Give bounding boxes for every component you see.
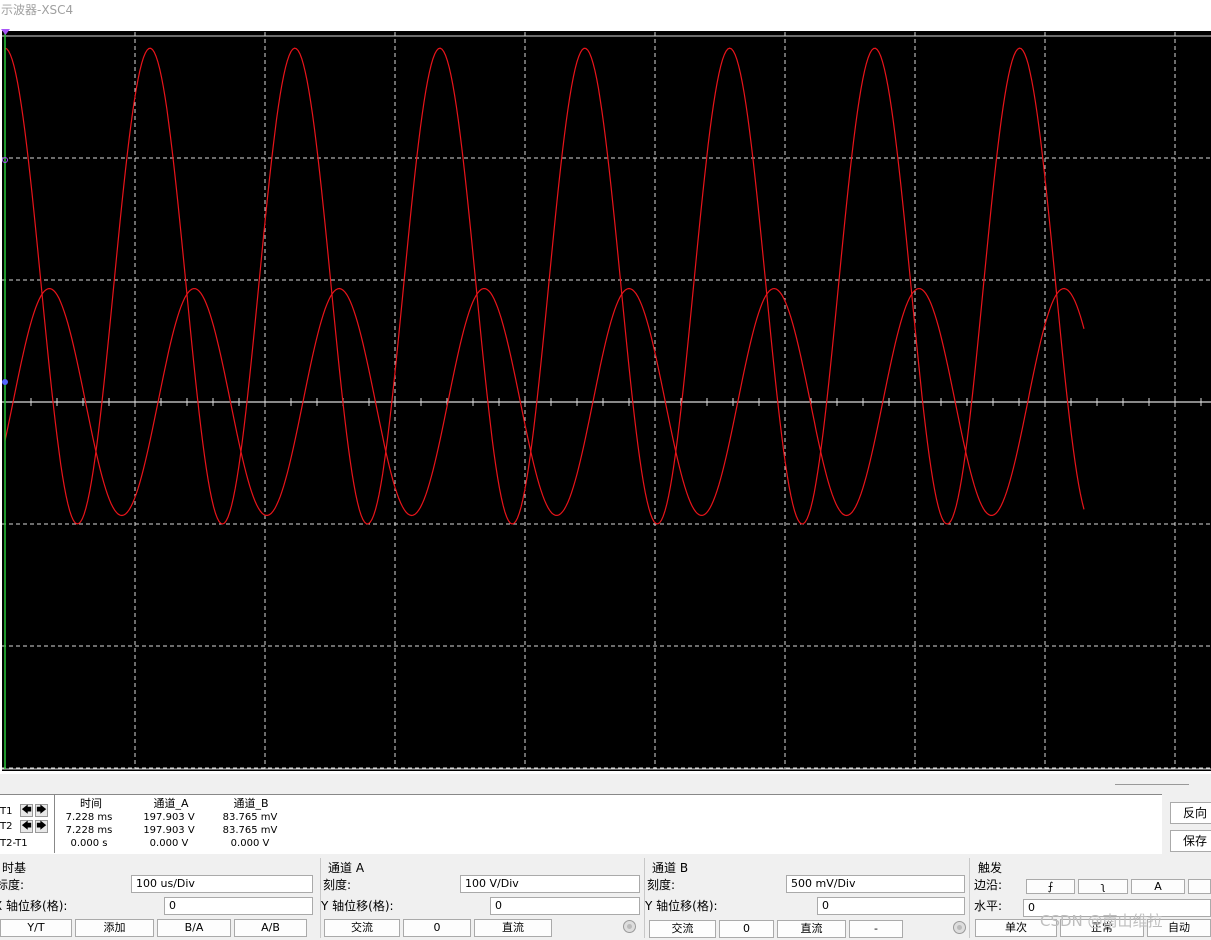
window-title: 示波器-XSC4 — [0, 0, 1211, 24]
ab-button[interactable]: A/B — [234, 919, 307, 937]
t2-time: 7.228 ms — [65, 825, 113, 836]
t1-channel-b: 83.765 mV — [222, 812, 278, 823]
diff-channel-b: 0.000 V — [230, 838, 270, 849]
reverse-button[interactable]: 反向 — [1170, 802, 1211, 824]
yt-button[interactable]: Y/T — [0, 919, 72, 937]
channel-b-ypos-label: Y 轴位移(格): — [645, 899, 718, 913]
t2-channel-a: 197.903 V — [143, 825, 195, 836]
diff-channel-a: 0.000 V — [149, 838, 189, 849]
channel-b-ac-button[interactable]: 交流 — [649, 920, 716, 938]
add-button[interactable]: 添加 — [75, 919, 154, 937]
scroll-divider — [1115, 784, 1189, 785]
channel-a-zero-button[interactable]: 0 — [403, 919, 471, 937]
header-time: 时间 — [80, 797, 102, 810]
cursor-readout-panel: T1 T2 T2-T1 🡄 🡆 🡄 🡆 时间 通道_A 通道_B 7.228 m… — [0, 794, 1162, 854]
channel-a-dc-button[interactable]: 直流 — [474, 919, 552, 937]
t1-left-arrow-icon[interactable]: 🡄 — [20, 804, 33, 817]
trigger-level-label: 水平: — [974, 899, 1003, 913]
watermark: CSDN @南山维拉 — [1040, 912, 1163, 930]
channel-a-scale-label: 刻度: — [323, 878, 352, 892]
timebase-scale-label: 标度: — [0, 878, 25, 892]
trigger-edge-label: 边沿: — [974, 878, 1003, 892]
diff-time: 0.000 s — [70, 838, 108, 849]
t1-right-arrow-icon[interactable]: 🡆 — [35, 804, 48, 817]
channel-a-ypos-field[interactable]: 0 — [490, 897, 640, 915]
channel-a-scale-field[interactable]: 100 V/Div — [460, 875, 640, 893]
channel-b-title: 通道 B — [652, 861, 689, 875]
timebase-xpos-field[interactable]: 0 — [164, 897, 313, 915]
rising-edge-icon[interactable]: ⨍ — [1026, 879, 1075, 894]
channel-a-radio-icon[interactable] — [623, 920, 636, 933]
channel-a-ac-button[interactable]: 交流 — [324, 919, 400, 937]
separator — [969, 858, 970, 938]
timebase-scale-field[interactable]: 100 us/Div — [131, 875, 313, 893]
row-label-diff: T2-T1 — [0, 838, 28, 849]
readout-table: 时间 通道_A 通道_B 7.228 ms 197.903 V 83.765 m… — [54, 795, 1161, 853]
channel-b-scale-field[interactable]: 500 mV/Div — [786, 875, 965, 893]
channel-b-radio-icon[interactable] — [953, 921, 966, 934]
scope-screen[interactable] — [0, 24, 1211, 774]
header-channel-b: 通道_B — [233, 797, 269, 810]
t2-channel-b: 83.765 mV — [222, 825, 278, 836]
trigger-title: 触发 — [978, 861, 1003, 875]
channel-a-title: 通道 A — [328, 861, 365, 875]
channel-b-dash-button[interactable]: - — [849, 920, 903, 938]
timebase-title: 时基 — [2, 861, 27, 875]
channel-a-ypos-label: Y 轴位移(格): — [321, 899, 394, 913]
save-button[interactable]: 保存 — [1170, 830, 1211, 852]
t2-right-arrow-icon[interactable]: 🡆 — [35, 820, 48, 833]
channel-b-dc-button[interactable]: 直流 — [777, 920, 846, 938]
header-channel-a: 通道_A — [153, 797, 189, 810]
t1-channel-a: 197.903 V — [143, 812, 195, 823]
channel-b-scale-label: 刻度: — [647, 878, 676, 892]
t2-left-arrow-icon[interactable]: 🡄 — [20, 820, 33, 833]
t1-time: 7.228 ms — [65, 812, 113, 823]
falling-edge-icon[interactable]: ʅ — [1078, 879, 1128, 894]
channel-b-zero-button[interactable]: 0 — [719, 920, 774, 938]
channel-b-ypos-field[interactable]: 0 — [817, 897, 965, 915]
ba-button[interactable]: B/A — [157, 919, 231, 937]
timebase-xpos-label: X 轴位移(格): — [0, 899, 68, 913]
trigger-source-b-button[interactable] — [1188, 879, 1211, 894]
channel-b-marker-icon — [2, 379, 8, 385]
scope-screen-frame — [0, 24, 1211, 774]
trigger-source-a-button[interactable]: A — [1131, 879, 1185, 894]
